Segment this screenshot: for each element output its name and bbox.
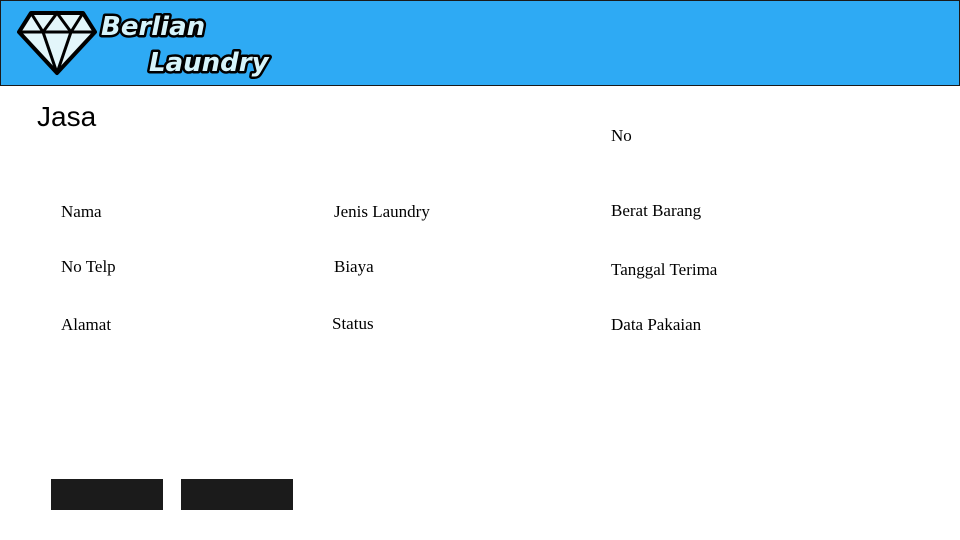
label-status: Status [332, 314, 374, 333]
label-data-pakaian: Data Pakaian [611, 315, 702, 334]
brand-line1: Berlian [101, 12, 205, 42]
label-alamat: Alamat [61, 315, 112, 334]
action-button-1[interactable] [51, 479, 163, 510]
brand-logo-text: Berlian Laundry [99, 10, 273, 81]
label-biaya: Biaya [334, 257, 374, 276]
label-berat-barang: Berat Barang [611, 201, 702, 220]
brand-line2: Laundry [149, 48, 270, 78]
label-no: No [611, 126, 632, 145]
page-title: Jasa [37, 101, 97, 132]
label-jenis-laundry: Jenis Laundry [334, 202, 430, 221]
diamond-icon [17, 10, 97, 75]
label-tanggal-terima: Tanggal Terima [611, 260, 718, 279]
app-header: Berlian Laundry [0, 0, 960, 86]
label-nama: Nama [61, 202, 102, 221]
label-no-telp: No Telp [61, 257, 116, 276]
action-button-2[interactable] [181, 479, 293, 510]
